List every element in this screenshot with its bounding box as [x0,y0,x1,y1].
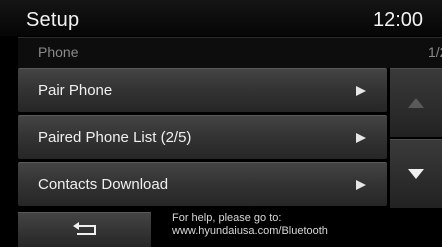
scroll-up-icon [408,98,424,108]
section-title: Phone [38,44,79,60]
back-button[interactable] [18,212,151,247]
scroll-up-button[interactable] [390,68,442,137]
section-header: Phone 1/2 [18,37,442,68]
scroll-down-button[interactable] [390,139,442,208]
chevron-right-icon [356,133,366,143]
contacts-download-button[interactable]: Contacts Download [18,162,387,206]
bottom-bar: For help, please go to: www.hyundaiusa.c… [18,210,442,247]
menu-item-label: Contacts Download [38,176,169,193]
back-icon [73,222,96,235]
help-text: For help, please go to: www.hyundaiusa.c… [172,212,328,238]
menu-item-label: Paired Phone List (2/5) [38,129,192,146]
paired-phone-list-button[interactable]: Paired Phone List (2/5) [18,115,387,159]
clock: 12:00 [373,9,424,31]
chevron-right-icon [356,86,366,96]
menu-item-label: Pair Phone [38,82,113,99]
page-indicator: 1/2 [428,44,442,60]
pair-phone-button[interactable]: Pair Phone [18,68,387,112]
header-bar: Setup 12:00 [0,0,442,36]
chevron-right-icon [356,180,366,190]
help-url: www.hyundaiusa.com/Bluetooth [172,225,328,237]
setup-screen: Setup 12:00 Phone 1/2 Pair Phone Paired … [0,0,442,247]
app-title: Setup [26,9,80,31]
scroll-down-icon [408,169,424,179]
help-line: For help, please go to: [172,212,282,224]
